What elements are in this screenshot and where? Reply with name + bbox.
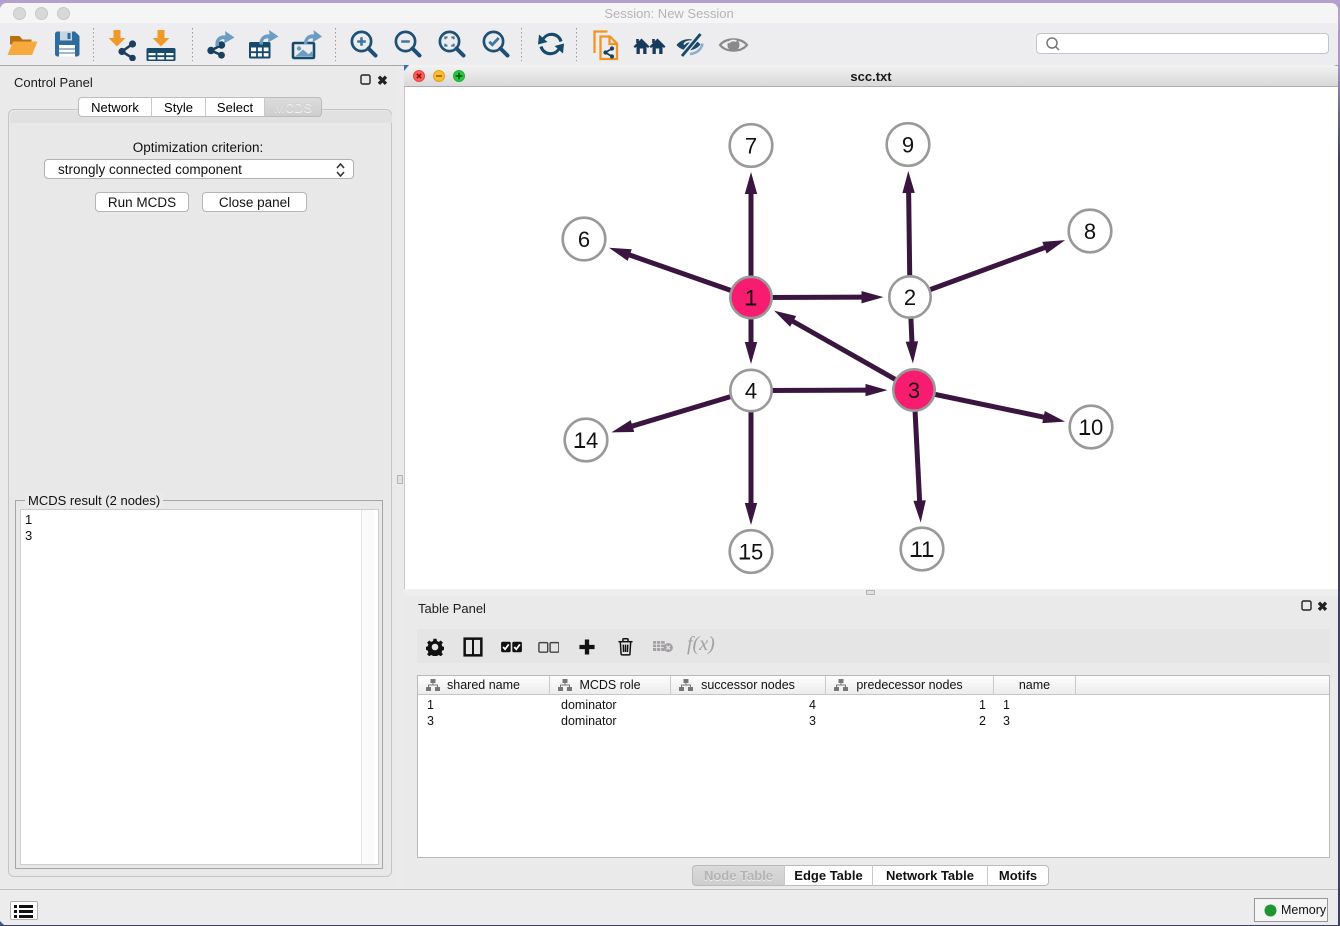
svg-text:11: 11: [911, 537, 934, 562]
svg-text:15: 15: [739, 540, 763, 565]
svg-text:6: 6: [578, 227, 590, 252]
svg-text:3: 3: [908, 378, 920, 403]
svg-text:7: 7: [745, 134, 757, 159]
svg-text:10: 10: [1079, 415, 1103, 440]
svg-text:2: 2: [904, 285, 916, 310]
svg-text:1: 1: [745, 286, 757, 311]
svg-text:14: 14: [574, 428, 598, 453]
svg-text:4: 4: [745, 379, 757, 404]
svg-text:9: 9: [902, 133, 914, 158]
svg-text:8: 8: [1084, 219, 1096, 244]
